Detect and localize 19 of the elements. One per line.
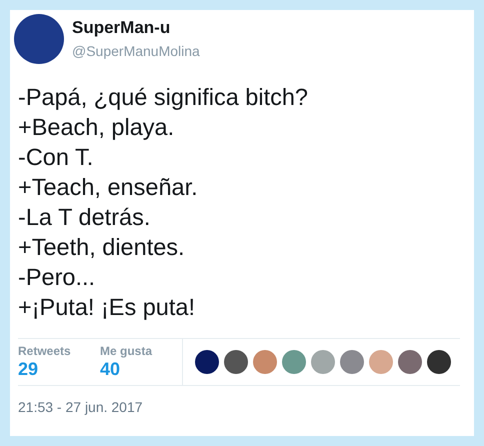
stat-label[interactable]: Retweets bbox=[18, 344, 70, 358]
stat-count[interactable]: 29 bbox=[18, 358, 70, 380]
stat-count[interactable]: 40 bbox=[100, 358, 152, 380]
tweet-text-line: -Pero... bbox=[18, 263, 96, 292]
timestamp[interactable]: 21:53 - 27 jun. 2017 bbox=[18, 398, 143, 416]
liker-avatar[interactable] bbox=[224, 350, 248, 374]
author-name[interactable]: SuperMan-u bbox=[72, 18, 200, 38]
tweet-text-line: -La T detrás. bbox=[18, 203, 152, 232]
liker-avatar[interactable] bbox=[427, 350, 451, 374]
tweet-text-line: -Con T. bbox=[18, 143, 94, 172]
tweet-text-line: +¡Puta! ¡Es puta! bbox=[18, 293, 196, 322]
tweet-text-line: +Beach, playa. bbox=[18, 113, 176, 142]
stat-label[interactable]: Me gusta bbox=[100, 344, 152, 358]
author-handle[interactable]: @SuperManuMolina bbox=[72, 42, 200, 60]
liker-avatar[interactable] bbox=[195, 350, 219, 374]
tweet-text-line: +Teeth, dientes. bbox=[18, 233, 186, 262]
avatar[interactable] bbox=[14, 14, 64, 64]
tweet-text-line: +Teach, enseñar. bbox=[18, 173, 199, 202]
tweet-text-line: -Papá, ¿qué significa bitch? bbox=[18, 83, 309, 112]
